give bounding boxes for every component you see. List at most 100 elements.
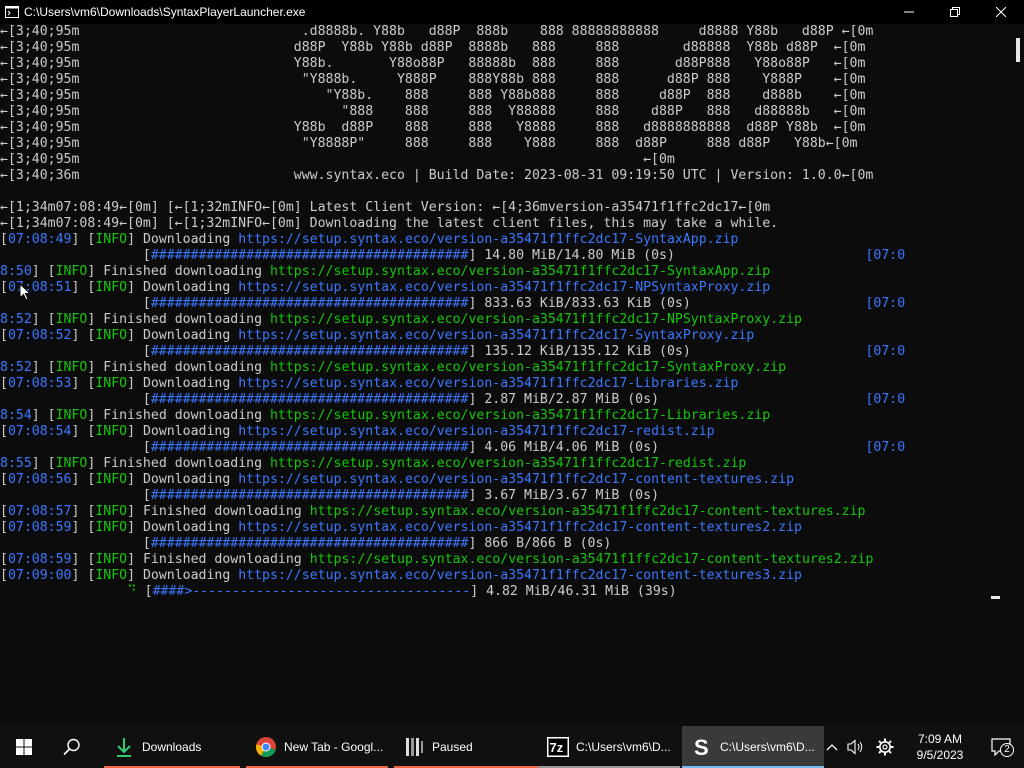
console-line: [#######################################… (0, 248, 905, 264)
console-text: ] 4.82 MiB/46.31 MiB (39s) (470, 584, 677, 599)
console-text: ←[3;40;95m "Y888b. Y888P 888Y88b 888 888… (0, 72, 866, 87)
volume-button[interactable] (844, 726, 868, 768)
console-text: ####> (152, 584, 193, 599)
download-url: https://setup.syntax.eco/version-a35471f… (238, 472, 795, 487)
console-text: 07:09:00 (7, 568, 72, 583)
console-line: ←[3;40;95m "888 888 888 Y88888 888 d88P … (0, 104, 865, 120)
console-text: ] Finished downloading (87, 360, 270, 375)
console-text: INFO (95, 568, 128, 583)
scrollbar-thumb[interactable] (1016, 38, 1020, 62)
console-text: ] 866 B/866 B (0s) (468, 536, 612, 551)
console-text: ] [ (31, 360, 56, 375)
chevron-up-icon (826, 744, 838, 751)
console-text: ] [ (71, 232, 96, 247)
console-text: https://setup.syntax.eco/version-a35471f… (269, 264, 771, 279)
search-icon (63, 738, 80, 756)
console-text: ] [ (31, 456, 56, 471)
console-output[interactable]: ←[3;40;95m .d8888b. Y88b d88P 888b 888 8… (0, 24, 1010, 726)
console-app-icon (4, 4, 20, 20)
syntax-s-icon: S (690, 735, 714, 759)
clock[interactable]: 7:09 AM 9/5/2023 (902, 726, 978, 768)
close-button[interactable] (978, 0, 1024, 24)
console-text: INFO (95, 328, 128, 343)
console-line: ←[3;40;95m "Y8888P" 888 888 Y888 888 d88… (0, 136, 857, 152)
console-text: ] 14.80 MiB/14.80 MiB (0s) (468, 248, 866, 263)
console-line: [07:08:59] [INFO] Finished downloading h… (0, 552, 873, 568)
console-text: ] Finished downloading (87, 408, 270, 423)
console-text: ] Downloading (127, 568, 239, 583)
vertical-scrollbar[interactable] (1010, 24, 1024, 726)
console-text: ] Downloading (127, 280, 239, 295)
console-text: [07:0 (865, 392, 906, 407)
console-text: ] 4.06 MiB/4.06 MiB (0s) (468, 440, 866, 455)
download-url: https://setup.syntax.eco/version-a35471f… (238, 328, 755, 343)
console-text: INFO (95, 504, 128, 519)
console-text: [ (0, 280, 8, 295)
console-text: [07:0 (865, 440, 906, 455)
console-line: ←[1;34m07:08:49←[0m] [←[1;32mINFO←[0m] L… (0, 200, 770, 216)
taskbar-app-syntax-launcher[interactable]: S C:\Users\vm6\D... (682, 726, 824, 768)
console-text: ⠙ (127, 584, 137, 599)
maximize-button[interactable] (932, 0, 978, 24)
console-text: 8:54 (0, 408, 32, 423)
console-line: ←[3;40;95m "Y888b. Y888P 888Y88b 888 888… (0, 72, 865, 88)
taskbar-app-label: Paused (432, 740, 473, 754)
console-text: ] Finished downloading (87, 264, 270, 279)
console-text: [07:0 (865, 248, 906, 263)
console-text: ] Finished downloading (127, 504, 310, 519)
console-text: INFO (95, 520, 128, 535)
console-text: ] [ (31, 408, 56, 423)
search-button[interactable] (48, 726, 96, 768)
taskbar-app-chrome[interactable]: New Tab - Googl... (246, 726, 388, 768)
console-text: ] [ (71, 328, 96, 343)
console-line: [#######################################… (0, 392, 905, 408)
console-text: INFO (55, 456, 88, 471)
console-line: ⠙ [####>--------------------------------… (0, 584, 677, 600)
console-text: ] Downloading (127, 472, 239, 487)
console-text: INFO (55, 408, 88, 423)
console-text: INFO (55, 360, 88, 375)
show-hidden-icons-button[interactable] (820, 726, 844, 768)
console-text: 07:08:57 (7, 504, 72, 519)
console-text: ] 135.12 KiB/135.12 KiB (0s) (468, 344, 866, 359)
download-url: https://setup.syntax.eco/version-a35471f… (238, 376, 739, 391)
console-text: ######################################## (150, 440, 469, 455)
taskbar-app-ffmpeg[interactable]: Paused (394, 726, 538, 768)
console-line: ←[3;40;95m d88P Y88b Y88b d88P 8888b 888… (0, 40, 865, 56)
taskbar-app-7zip[interactable]: 7z C:\Users\vm6\D... (538, 726, 680, 768)
console-text: ######################################## (150, 296, 469, 311)
gear-icon (876, 738, 894, 756)
console-text: ←[3;40;95m ←[0m (0, 152, 675, 167)
console-text: 8:55 (0, 456, 32, 471)
console-text: [ (0, 520, 8, 535)
download-url: https://setup.syntax.eco/version-a35471f… (238, 424, 715, 439)
console-text: ] Downloading (127, 520, 239, 535)
start-button[interactable] (0, 726, 48, 768)
console-text: [07:0 (865, 344, 906, 359)
console-text: ] Downloading (127, 328, 239, 343)
title-bar[interactable]: C:\Users\vm6\Downloads\SyntaxPlayerLaunc… (0, 0, 1024, 24)
console-text: ----------------------------------- (192, 584, 471, 599)
console-text: https://setup.syntax.eco/version-a35471f… (269, 408, 771, 423)
console-text: ←[3;40;95m "Y88b. 888 888 Y88b888 888 d8… (0, 88, 866, 103)
console-line: [07:08:51] [INFO] Downloading https://se… (0, 280, 770, 296)
console-text: 07:08:56 (7, 472, 72, 487)
console-line: [07:08:53] [INFO] Downloading https://se… (0, 376, 738, 392)
console-line: ←[3;40;95m Y88b. Y88o88P 88888b 888 888 … (0, 56, 865, 72)
minimize-button[interactable] (886, 0, 932, 24)
settings-button[interactable] (868, 726, 902, 768)
speaker-icon (847, 739, 863, 755)
console-line: ←[3;40;95m ←[0m (0, 152, 675, 168)
console-line: [07:08:57] [INFO] Finished downloading h… (0, 504, 865, 520)
console-text: ######################################## (150, 536, 469, 551)
download-url: https://setup.syntax.eco/version-a35471f… (238, 520, 802, 535)
svg-text:S: S (694, 736, 709, 758)
download-url: https://setup.syntax.eco/version-a35471f… (238, 568, 802, 583)
console-text: [ (0, 488, 151, 503)
console-text: INFO (95, 472, 128, 487)
taskbar-app-downloads[interactable]: Downloads (104, 726, 240, 768)
console-line: [07:08:59] [INFO] Downloading https://se… (0, 520, 802, 536)
console-text: INFO (95, 552, 128, 567)
notifications-button[interactable]: 2 (978, 726, 1024, 768)
